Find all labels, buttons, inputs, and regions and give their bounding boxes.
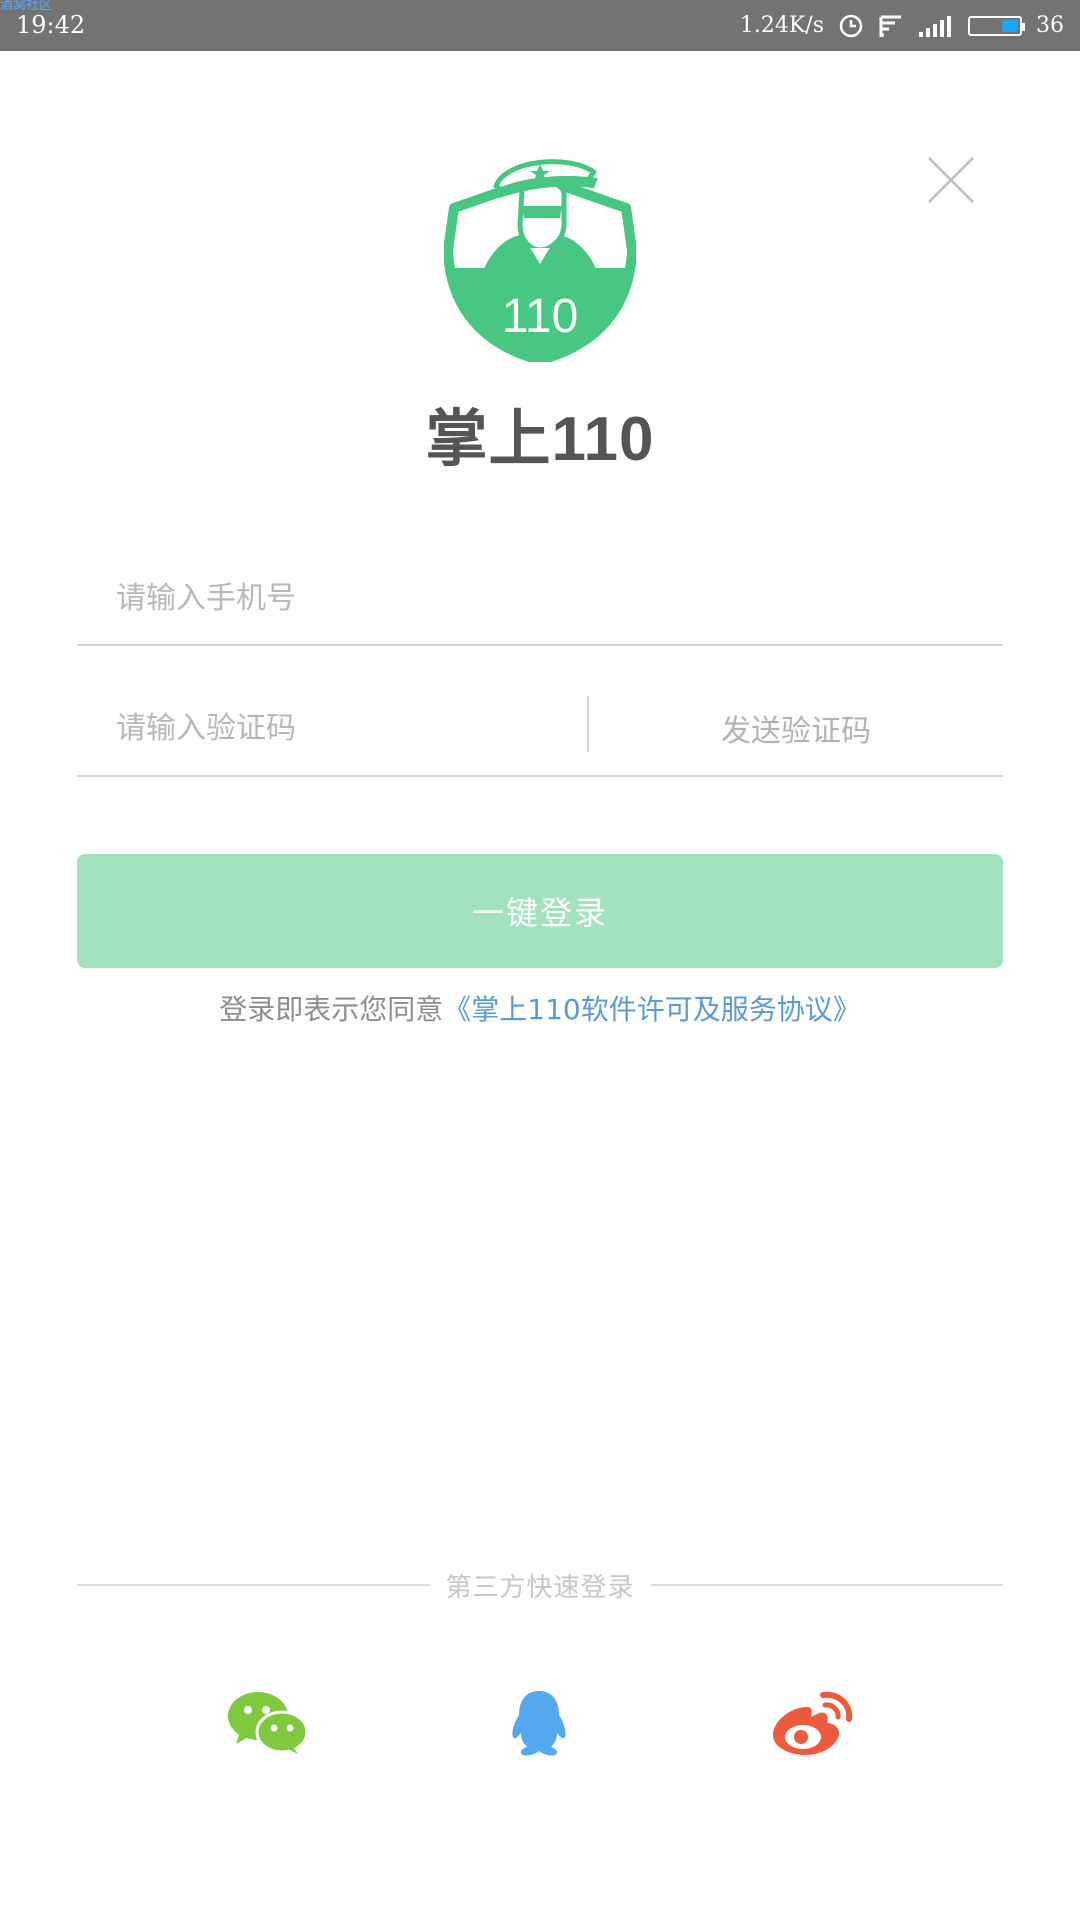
alarm-icon [838,13,864,39]
close-button[interactable] [926,155,976,205]
signal-icon [918,15,954,37]
qq-login-button[interactable] [494,1688,584,1758]
logo-number: 110 [502,290,579,343]
app-logo: 110 [443,150,637,365]
wechat-login-button[interactable] [222,1688,312,1758]
police-badge-icon: 110 [443,159,637,365]
qq-icon [512,1691,566,1756]
code-field-row: 发送验证码 [77,680,1003,777]
weibo-login-button[interactable] [768,1688,858,1758]
agreement-link[interactable]: 《掌上110软件许可及服务协议》 [443,993,860,1026]
verification-code-input[interactable] [114,680,588,777]
send-code-button[interactable]: 发送验证码 [589,680,1003,775]
divider-line-left [77,1584,430,1586]
login-screen: 酒窝社区 19:42 1.24K/s 36 110 掌上110 请输入手机号 请… [0,0,1080,1920]
status-bar: 酒窝社区 19:42 1.24K/s 36 [0,0,1080,51]
battery-icon [968,15,1025,36]
third-party-divider: 第三方快速登录 [77,1565,1004,1605]
divider-line-right [650,1584,1004,1586]
weibo-icon [773,1691,853,1755]
status-right: 1.24K/s 36 [740,0,1064,51]
net-speed: 1.24K/s [739,13,824,38]
battery-fill [1002,19,1018,32]
battery-level: 36 [1036,13,1064,38]
phone-input[interactable] [114,550,968,646]
close-icon [928,157,974,203]
agreement-prefix: 登录即表示您同意 [219,993,444,1026]
status-time: 19:42 [16,11,86,39]
wifi-icon [878,13,904,39]
app-title: 掌上110 [425,405,655,474]
login-button[interactable]: 一键登录 [77,854,1003,968]
phone-field-row [77,550,1003,646]
wechat-icon [228,1692,308,1754]
third-party-label: 第三方快速登录 [445,1572,635,1603]
agreement-text: 登录即表示您同意《掌上110软件许可及服务协议》 [0,990,1080,1030]
